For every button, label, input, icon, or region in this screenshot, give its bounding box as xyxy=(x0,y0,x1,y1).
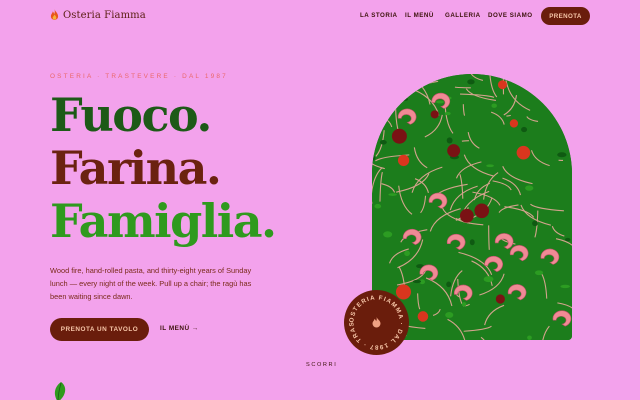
prenota-button[interactable]: PRENOTA xyxy=(541,7,590,25)
basil-leaf-icon xyxy=(54,382,66,400)
menu-link[interactable]: IL MENÙ → xyxy=(160,325,199,332)
headline-line-fuoco: Fuoco. xyxy=(50,88,212,142)
brand-logo[interactable]: Osteria Fiamma xyxy=(50,9,146,21)
nav-link-il-menu[interactable]: IL MENÙ xyxy=(405,12,434,19)
hero-lede: Wood fire, hand-rolled pasta, and thirty… xyxy=(50,266,252,302)
hero-headline: Fuoco. Farina. Famiglia. xyxy=(50,88,277,251)
brand-name: Osteria Fiamma xyxy=(63,9,146,21)
flame-icon xyxy=(50,9,59,20)
nav-link-dove-siamo[interactable]: DOVE SIAMO xyxy=(488,12,533,19)
est-1987-badge: OSTERIA FIAMMA · DAL 1987 · TRASTEVERE · xyxy=(344,290,409,355)
headline-line-famiglia: Famiglia. xyxy=(50,194,277,248)
nav-link-galleria[interactable]: GALLERIA xyxy=(445,12,481,19)
headline-line-farina: Farina. xyxy=(50,141,222,195)
nav-link-la-storia[interactable]: LA STORIA xyxy=(360,12,398,19)
top-nav: Osteria Fiamma LA STORIA IL MENÙ GALLERI… xyxy=(0,0,640,34)
badge-flame-icon xyxy=(372,317,381,328)
hero-eyebrow: OSTERIA · TRASTEVERE · DAL 1987 xyxy=(50,73,228,80)
book-table-button[interactable]: PRENOTA UN TAVOLO xyxy=(50,318,149,341)
scroll-hint[interactable]: SCORRI xyxy=(306,362,337,368)
